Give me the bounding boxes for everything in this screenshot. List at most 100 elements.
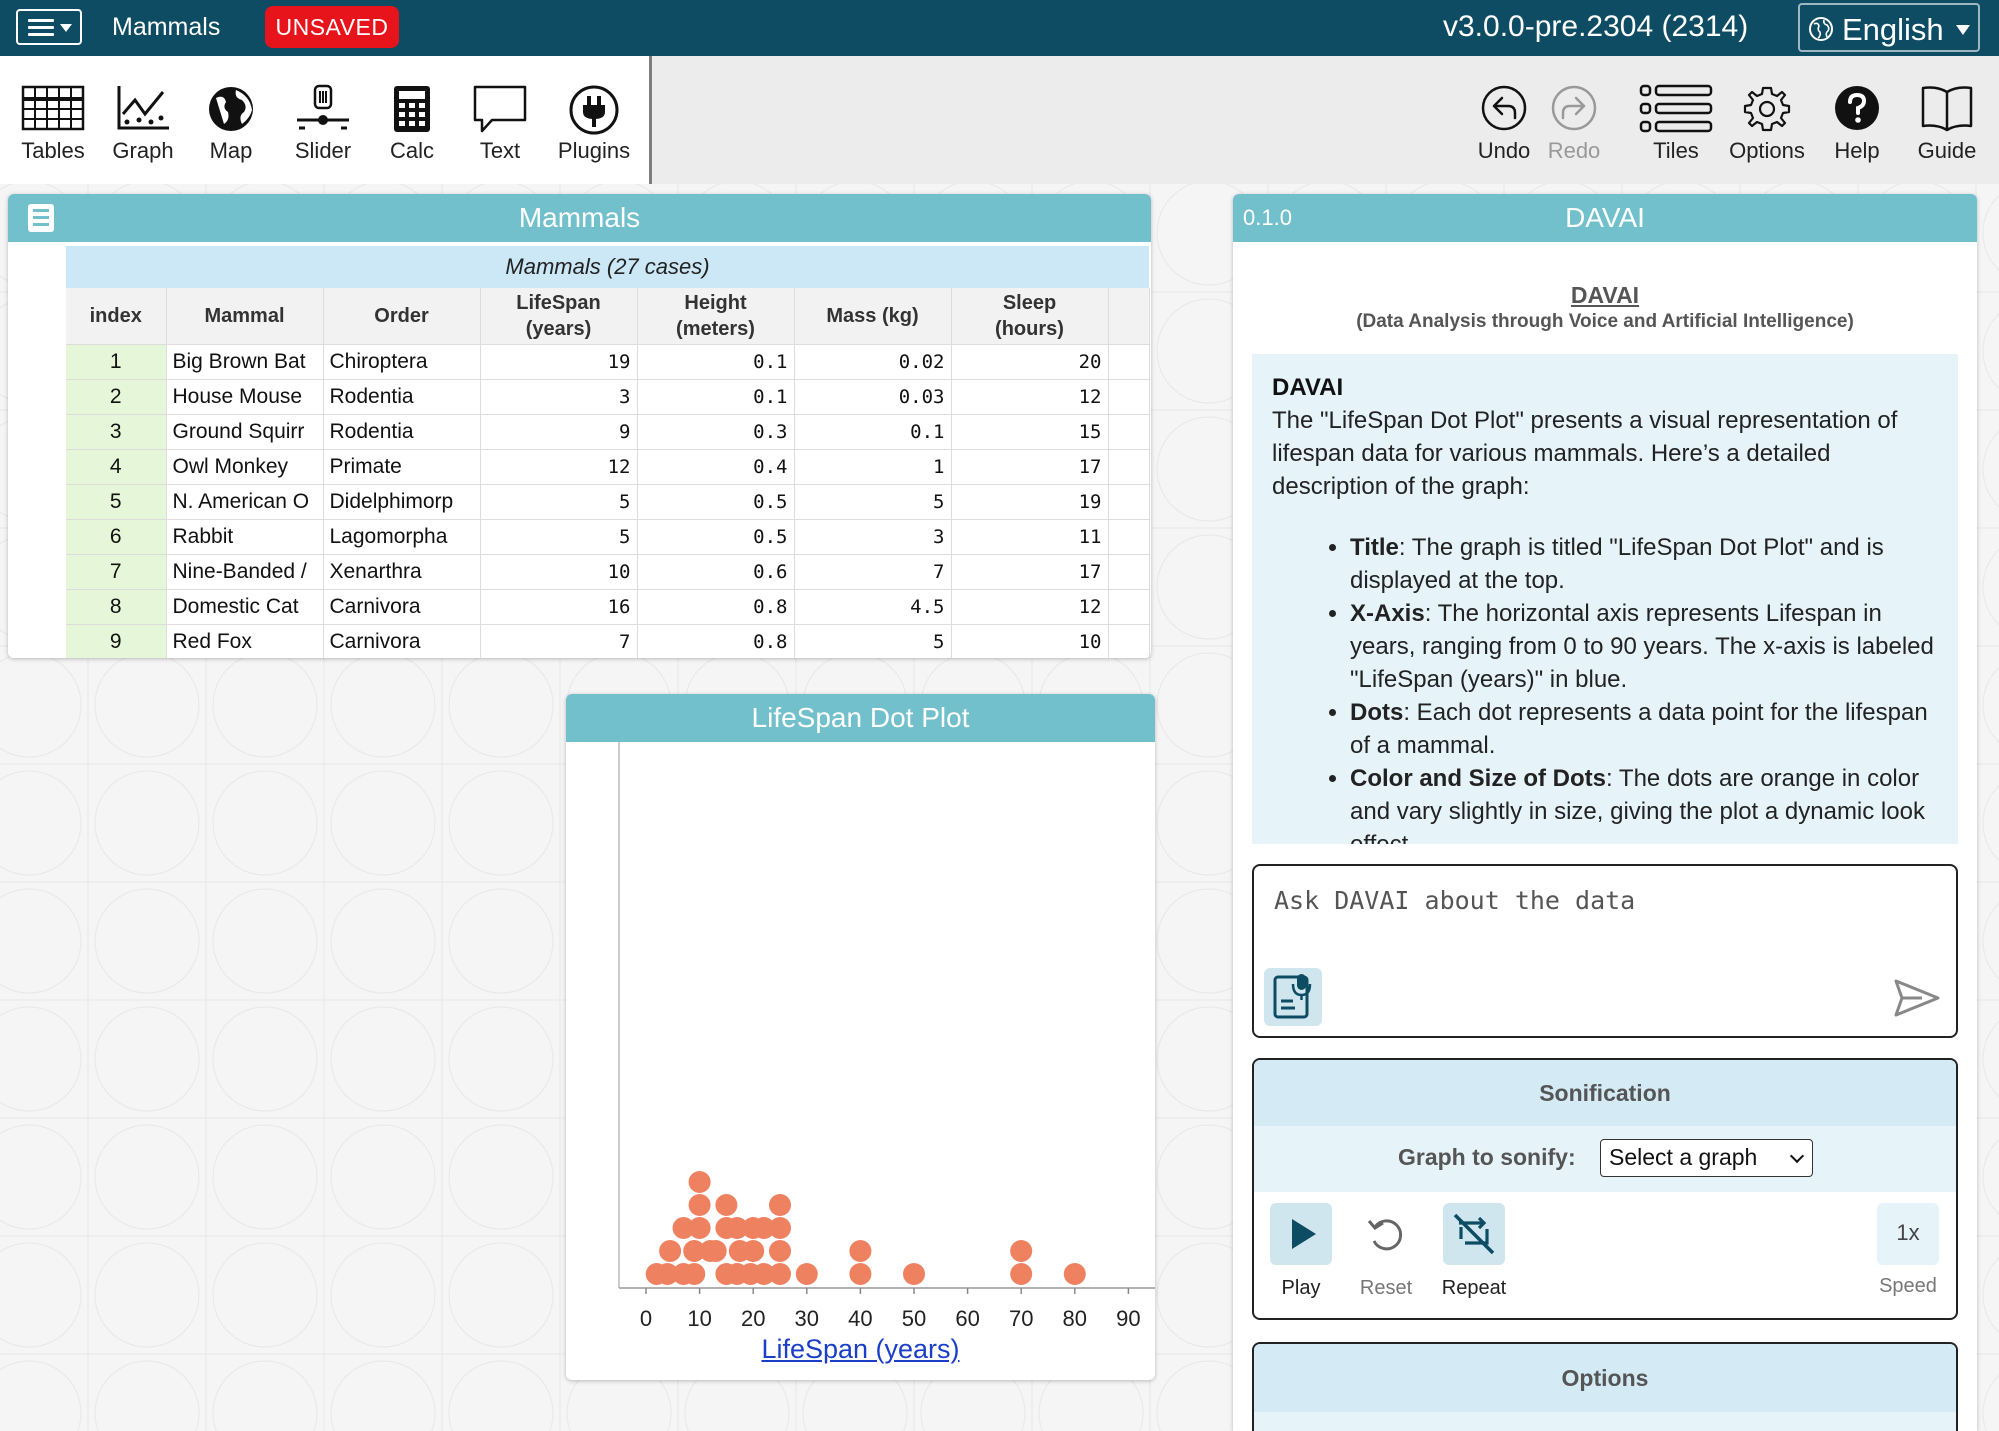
dictate-button[interactable]	[1264, 968, 1322, 1026]
data-point[interactable]	[688, 1217, 711, 1239]
data-point[interactable]	[1063, 1263, 1086, 1285]
speed-control[interactable]: 1x Speed	[1868, 1203, 1948, 1298]
table-cell[interactable]: Chiroptera	[323, 344, 481, 380]
calc-tool-button[interactable]: Calc	[370, 62, 454, 172]
table-cell[interactable]: 7	[480, 624, 638, 658]
row-index-cell[interactable]: 9	[66, 624, 167, 658]
table-cell[interactable]: 11	[951, 519, 1109, 555]
table-cell[interactable]: Red Fox	[166, 624, 324, 658]
table-cell[interactable]: 0.6	[637, 554, 795, 590]
lifespan-graph-tile[interactable]: LifeSpan Dot Plot 0 10 20 30 40 50 60 70 80 90 Li…	[566, 694, 1155, 1380]
table-cell[interactable]: 19	[951, 484, 1109, 520]
table-cell[interactable]: 0.4	[637, 449, 795, 485]
tables-tool-button[interactable]: Tables	[11, 62, 95, 172]
table-cell[interactable]: 0.03	[794, 379, 952, 415]
table-cell[interactable]: Rabbit	[166, 519, 324, 555]
sonification-heading[interactable]: Sonification	[1254, 1060, 1956, 1126]
table-cell[interactable]: 17	[951, 554, 1109, 590]
column-header[interactable]: index	[66, 288, 167, 345]
table-cell[interactable]: 10	[480, 554, 638, 590]
table-cell[interactable]: Carnivora	[323, 624, 481, 658]
table-row[interactable]: 4 Owl Monkey Primate 12 0.4 1 17	[66, 449, 1150, 485]
table-cell[interactable]: 1	[794, 449, 952, 485]
x-axis-label[interactable]: LifeSpan (years)	[566, 1334, 1155, 1365]
table-cell[interactable]: Carnivora	[323, 589, 481, 625]
table-cell[interactable]: 5	[794, 624, 952, 658]
table-cell[interactable]: 17	[951, 449, 1109, 485]
data-point[interactable]	[769, 1240, 791, 1262]
ask-davai-input[interactable]	[1274, 880, 1874, 920]
data-point[interactable]	[769, 1194, 791, 1216]
data-point[interactable]	[659, 1240, 682, 1262]
davai-tile-title[interactable]: DAVAI	[1233, 194, 1977, 242]
table-row[interactable]: 3 Ground Squirr Rodentia 9 0.3 0.1 15	[66, 414, 1150, 450]
data-point[interactable]	[683, 1263, 706, 1285]
table-toggle-list-icon[interactable]	[28, 204, 54, 232]
text-tool-button[interactable]: Text	[458, 62, 542, 172]
repeat-button[interactable]	[1443, 1203, 1505, 1265]
table-cell[interactable]: 16	[480, 589, 638, 625]
table-row[interactable]: 8 Domestic Cat Carnivora 16 0.8 4.5 12	[66, 589, 1150, 625]
table-cell[interactable]: 0.1	[637, 344, 795, 380]
table-cell[interactable]: Nine-Banded /	[166, 554, 324, 590]
speed-button[interactable]: 1x	[1877, 1203, 1939, 1265]
options-heading[interactable]: Options	[1254, 1344, 1956, 1412]
table-row[interactable]: 7 Nine-Banded / Xenarthra 10 0.6 7 17	[66, 554, 1150, 590]
table-cell[interactable]: 12	[951, 379, 1109, 415]
tiles-button[interactable]: Tiles	[1634, 62, 1718, 172]
row-index-cell[interactable]: 3	[66, 414, 167, 450]
table-row[interactable]: 2 House Mouse Rodentia 3 0.1 0.03 12	[66, 379, 1150, 415]
table-cell[interactable]: 3	[794, 519, 952, 555]
send-button[interactable]	[1892, 976, 1942, 1020]
column-header[interactable]: LifeSpan (years)	[480, 288, 638, 345]
davai-plugin-tile[interactable]: DAVAI 0.1.0 DAVAI (Data Analysis through…	[1233, 194, 1977, 1431]
table-cell[interactable]: Owl Monkey	[166, 449, 324, 485]
table-cell[interactable]: Didelphimorp	[323, 484, 481, 520]
add-column-cell[interactable]	[1108, 288, 1150, 345]
data-point[interactable]	[795, 1263, 818, 1285]
document-title[interactable]: Mammals	[112, 13, 220, 42]
play-button[interactable]	[1270, 1203, 1332, 1265]
table-cell[interactable]: 12	[480, 449, 638, 485]
redo-button[interactable]: Redo	[1532, 62, 1616, 172]
table-cell[interactable]: Ground Squirr	[166, 414, 324, 450]
table-cell[interactable]: 3	[480, 379, 638, 415]
davai-title-link[interactable]: DAVAI	[1233, 282, 1977, 309]
table-cell[interactable]: 5	[794, 484, 952, 520]
repeat-control[interactable]: Repeat	[1434, 1203, 1514, 1300]
data-point[interactable]	[769, 1263, 791, 1285]
table-cell[interactable]: 5	[480, 519, 638, 555]
row-index-cell[interactable]: 4	[66, 449, 167, 485]
table-cell[interactable]: House Mouse	[166, 379, 324, 415]
row-index-cell[interactable]: 7	[66, 554, 167, 590]
data-point[interactable]	[704, 1240, 727, 1262]
column-header[interactable]: Sleep (hours)	[951, 288, 1109, 345]
table-cell[interactable]: 0.8	[637, 589, 795, 625]
column-header[interactable]: Order	[323, 288, 481, 345]
data-point[interactable]	[742, 1240, 765, 1262]
row-index-cell[interactable]: 5	[66, 484, 167, 520]
table-cell[interactable]: 9	[480, 414, 638, 450]
hamburger-menu-button[interactable]	[16, 9, 82, 45]
play-control[interactable]: Play	[1261, 1203, 1341, 1300]
map-tool-button[interactable]: Map	[189, 62, 273, 172]
chat-transcript[interactable]: DAVAI The "LifeSpan Dot Plot" presents a…	[1252, 354, 1958, 844]
plugins-tool-button[interactable]: Plugins	[552, 62, 636, 172]
table-cell[interactable]: Lagomorpha	[323, 519, 481, 555]
table-cell[interactable]: 0.3	[637, 414, 795, 450]
column-header[interactable]: Mass (kg)	[794, 288, 952, 345]
table-cell[interactable]: 0.8	[637, 624, 795, 658]
row-index-cell[interactable]: 2	[66, 379, 167, 415]
help-button[interactable]: Help	[1815, 62, 1899, 172]
table-cell[interactable]: 7	[794, 554, 952, 590]
table-cell[interactable]: Big Brown Bat	[166, 344, 324, 380]
row-index-cell[interactable]: 1	[66, 344, 167, 380]
table-cell[interactable]: Xenarthra	[323, 554, 481, 590]
data-point[interactable]	[1010, 1240, 1033, 1262]
data-point[interactable]	[1010, 1263, 1033, 1285]
reset-button[interactable]	[1355, 1203, 1417, 1265]
column-header[interactable]: Mammal	[166, 288, 324, 345]
dot-plot-chart[interactable]: 0 10 20 30 40 50 60 70 80 90	[566, 742, 1155, 1332]
mammals-table-tile[interactable]: Mammals Mammals (27 cases) index Mammal …	[8, 194, 1151, 658]
table-cell[interactable]: 5	[480, 484, 638, 520]
